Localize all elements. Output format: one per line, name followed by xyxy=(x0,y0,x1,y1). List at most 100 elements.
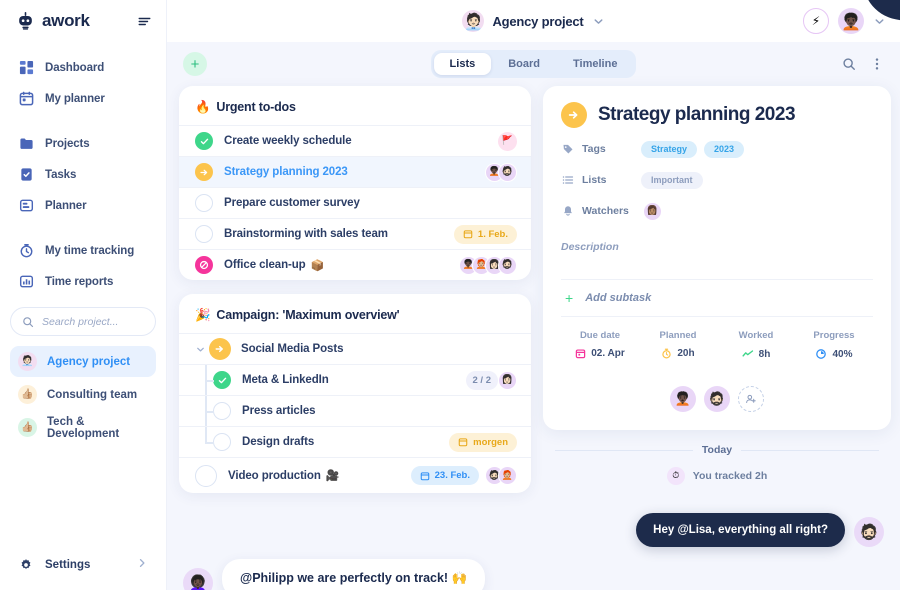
project-title-group: 🧑🏻‍💼 Agency project xyxy=(167,10,900,32)
status-in-progress-icon[interactable] xyxy=(195,163,213,181)
table-row-subtask[interactable]: Press articles xyxy=(179,395,531,426)
table-row[interactable]: Video production 🎥 23. Feb. xyxy=(179,457,531,493)
more-vertical-icon[interactable] xyxy=(870,57,884,71)
stat-label: Due date xyxy=(579,330,621,341)
status-done-icon[interactable] xyxy=(213,371,231,389)
status-open-icon[interactable] xyxy=(213,433,231,451)
status-open-icon[interactable] xyxy=(213,402,231,420)
due-date-badge[interactable]: morgen xyxy=(449,432,517,452)
collapse-menu-icon[interactable] xyxy=(137,14,152,29)
divider xyxy=(555,449,693,451)
search-project-box[interactable] xyxy=(10,307,156,336)
calendar-icon xyxy=(420,471,430,481)
trend-green-icon xyxy=(742,348,754,360)
due-date-badge[interactable]: 1. Feb. xyxy=(453,224,517,244)
table-row-parent[interactable]: Social Media Posts xyxy=(179,333,531,364)
status-blocked-icon[interactable] xyxy=(195,256,213,274)
tag-chip[interactable]: 2023 xyxy=(704,140,745,158)
task-detail-panel: Strategy planning 2023 Tags Strategy 202… xyxy=(543,86,891,430)
table-row-subtask[interactable]: Design drafts morgen xyxy=(179,426,531,457)
sidebar-item-settings[interactable]: Settings xyxy=(18,556,148,574)
sidebar-item-my-planner[interactable]: My planner xyxy=(10,83,156,114)
sidebar-item-planner[interactable]: Planner xyxy=(10,190,156,221)
row-actions: 2 / 2 👩🏻 xyxy=(465,370,517,390)
sidebar-item-tasks[interactable]: Tasks xyxy=(10,159,156,190)
sidebar-item-label: Dashboard xyxy=(45,61,105,74)
status-done-icon[interactable] xyxy=(195,132,213,150)
project-label: Agency project xyxy=(47,355,131,368)
tab-board[interactable]: Board xyxy=(492,53,556,75)
list-chip[interactable]: Important xyxy=(641,171,703,189)
tag-icon xyxy=(561,143,575,155)
status-in-progress-icon[interactable] xyxy=(209,338,231,360)
avatar[interactable]: 🧔🏻 xyxy=(704,386,730,412)
sidebar-item-dashboard[interactable]: Dashboard xyxy=(10,52,156,83)
add-subtask-button[interactable]: + Add subtask xyxy=(561,280,873,316)
due-date-badge[interactable]: 23. Feb. xyxy=(410,466,479,485)
row-actions: 1. Feb. xyxy=(453,224,517,244)
status-open-icon[interactable] xyxy=(195,464,217,487)
topbar-actions: ⚡ 🧑🏿‍🦱 xyxy=(803,8,886,34)
avatar-stack[interactable]: 🧑🏿‍🦱 🧑🏼‍🦰 👩🏻 🧔🏻 xyxy=(459,255,517,275)
stat-value-wrap: 40% xyxy=(795,348,873,360)
chevron-down-icon[interactable] xyxy=(592,15,605,28)
avatar-stack[interactable]: 🧔🏻 🧑🏼‍🦰 xyxy=(485,466,517,485)
sidebar-item-projects[interactable]: Projects xyxy=(10,128,156,159)
sidebar-project-consulting-team[interactable]: 👍🏼 Consulting team xyxy=(10,379,156,410)
table-row[interactable]: Brainstorming with sales team 1. Feb. xyxy=(179,218,531,249)
task-label: Video production xyxy=(228,469,321,482)
sidebar-item-my-time-tracking[interactable]: My time tracking xyxy=(10,235,156,266)
card-title-label: Urgent to-dos xyxy=(216,100,296,114)
table-row[interactable]: Create weekly schedule 🚩 xyxy=(179,125,531,156)
task-label: Create weekly schedule xyxy=(224,135,352,147)
add-person-icon[interactable] xyxy=(738,386,764,412)
page-title: Agency project xyxy=(492,13,584,29)
avatar[interactable]: 🧑🏿‍🦱 xyxy=(838,8,864,34)
project-list: 🧑🏻‍💼 Agency project 👍🏼 Consulting team 👍… xyxy=(0,340,166,445)
sidebar-item-label: Tasks xyxy=(45,168,77,181)
stat-value-wrap: 20h xyxy=(639,348,717,359)
table-row[interactable]: Prepare customer survey xyxy=(179,187,531,218)
topbar: 🧑🏻‍💼 Agency project ⚡ 🧑🏿‍🦱 xyxy=(167,0,900,42)
chat-bubble[interactable]: Hey @Lisa, everything all right? xyxy=(636,513,845,547)
avatar: 👩🏿‍🦱 xyxy=(183,568,213,590)
search-input[interactable] xyxy=(42,315,144,328)
lightning-bolt-icon[interactable]: ⚡ xyxy=(803,8,829,34)
sidebar-project-tech-development[interactable]: 👍🏼 Tech & Development xyxy=(10,412,156,443)
detail-meta-tags: Tags Strategy 2023 xyxy=(561,139,873,159)
avatar-stack[interactable]: 🧑🏿‍🦱 🧔🏻 xyxy=(485,162,517,182)
tag-chip[interactable]: Strategy xyxy=(641,140,698,158)
table-row-subtask[interactable]: Meta & LinkedIn 2 / 2 👩🏻 xyxy=(179,364,531,395)
status-open-icon[interactable] xyxy=(195,225,213,243)
urgent-todos-card: 🔥 Urgent to-dos Create weekly schedule 🚩 xyxy=(179,86,531,280)
avatar: 🧑🏻‍💼 xyxy=(462,10,485,32)
user-menu-chevron-down-icon[interactable] xyxy=(873,15,886,28)
stat-progress[interactable]: Progress 40% xyxy=(795,330,873,360)
search-icon[interactable] xyxy=(842,57,856,71)
task-check-icon xyxy=(18,167,34,183)
chat-bubble[interactable]: @Philipp we are perfectly on track! 🙌 xyxy=(222,559,486,590)
stat-value: 40% xyxy=(832,348,853,360)
day-label: Today xyxy=(701,444,733,456)
chevron-down-icon[interactable] xyxy=(195,344,206,355)
sidebar-project-agency-project[interactable]: 🧑🏻‍💼 Agency project xyxy=(10,346,156,377)
avatar[interactable]: 🧑🏿‍🦱 xyxy=(670,386,696,412)
description-placeholder[interactable]: Description xyxy=(561,241,873,253)
status-in-progress-icon[interactable] xyxy=(561,102,587,128)
brand-name: awork xyxy=(42,11,90,30)
status-open-icon[interactable] xyxy=(195,194,213,212)
stat-worked[interactable]: Worked 8h xyxy=(717,330,795,360)
stat-due-date[interactable]: Due date 02. Apr xyxy=(561,330,639,360)
flag-icon[interactable]: 🚩 xyxy=(498,131,517,151)
calendar-icon xyxy=(18,91,34,107)
chevron-right-icon[interactable] xyxy=(136,556,148,574)
add-button[interactable]: + xyxy=(183,52,207,76)
avatar[interactable]: 👩🏽 xyxy=(643,201,662,221)
stat-planned[interactable]: Planned 20h xyxy=(639,330,717,360)
tab-lists[interactable]: Lists xyxy=(433,53,492,75)
sidebar-item-time-reports[interactable]: Time reports xyxy=(10,266,156,297)
table-row[interactable]: Office clean-up 📦 🧑🏿‍🦱 🧑🏼‍🦰 👩🏻 🧔🏻 xyxy=(179,249,531,280)
table-row[interactable]: Strategy planning 2023 🧑🏿‍🦱 🧔🏻 xyxy=(179,156,531,187)
sidebar: awork Dashboard My planner Projects Task… xyxy=(0,0,167,590)
tab-timeline[interactable]: Timeline xyxy=(557,53,633,75)
